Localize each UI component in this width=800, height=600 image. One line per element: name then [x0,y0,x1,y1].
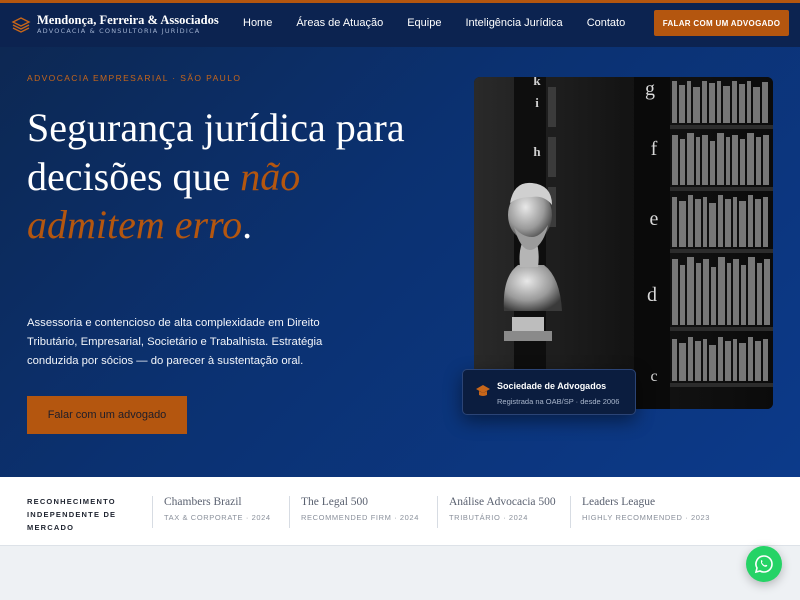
award-name: Chambers Brazil [164,496,242,508]
shelf-letter-f: f [651,138,658,160]
badge-title: Sociedade de Advogados [497,381,607,391]
recognition-band: RECONHECIMENTO INDEPENDENTE DE MERCADO C… [0,477,800,546]
hero-headline: Segurança jurídica para decisões que não… [27,104,447,250]
shelf-letter-g: g [645,78,655,100]
award-meta: TRIBUTÁRIO · 2024 [449,513,528,522]
shelf-letter-e: e [650,208,659,230]
shelf-letter-i: i [535,95,539,110]
shelf-letter-c: c [650,368,657,385]
award-name: Leaders League [582,496,656,508]
firm-registration-badge: Sociedade de Advogados Registrada na OAB… [462,369,636,415]
nav-link-contato[interactable]: Contato [587,17,626,29]
award-meta: HIGHLY RECOMMENDED · 2023 [582,513,711,522]
nav-link-inteligencia[interactable]: Inteligência Jurídica [465,17,562,29]
graduation-cap-icon [476,385,490,396]
nav-link-areas[interactable]: Áreas de Atuação [296,17,383,29]
brand-name: Mendonça, Ferreira & Associados [37,13,219,27]
award-legal500: The Legal 500 RECOMMENDED FIRM · 2024 [289,496,419,528]
badge-subtitle: Registrada na OAB/SP · desde 2006 [497,397,620,406]
hero-description: Assessoria e contencioso de alta complex… [27,317,323,367]
whatsapp-icon [754,555,773,574]
stacked-layers-icon [11,16,31,33]
award-chambers: Chambers Brazil TAX & CORPORATE · 2024 [152,496,271,528]
nav-link-home[interactable]: Home [243,17,272,29]
library-bust-photo: g f e d c k i h [474,77,773,409]
recognition-label: RECONHECIMENTO INDEPENDENTE DE MERCADO [27,497,117,532]
shelf-letter-d: d [647,284,657,306]
headline-period: . [242,202,253,247]
brand-tagline: ADVOCACIA & CONSULTORIA JURÍDICA [37,27,201,35]
top-navigation: Mendonça, Ferreira & Associados ADVOCACI… [0,3,800,47]
award-name: The Legal 500 [301,496,369,508]
nav-links: Home Áreas de Atuação Equipe Inteligênci… [243,17,625,29]
shelf-letter-h: h [533,144,541,159]
award-meta: RECOMMENDED FIRM · 2024 [301,513,419,522]
award-meta: TAX & CORPORATE · 2024 [164,513,271,522]
nav-contact-lawyer-button[interactable]: FALAR COM UM ADVOGADO [654,10,789,36]
hero-contact-lawyer-button[interactable]: Falar com um advogado [27,396,187,434]
nav-link-equipe[interactable]: Equipe [407,17,441,29]
hero-section: Mendonça, Ferreira & Associados ADVOCACI… [0,0,800,477]
headline-main: Segurança jurídica para decisões que [27,105,405,199]
brand-logo[interactable]: Mendonça, Ferreira & Associados ADVOCACI… [11,13,219,36]
award-analise: Análise Advocacia 500 TRIBUTÁRIO · 2024 [437,496,556,528]
award-name: Análise Advocacia 500 [449,496,556,508]
award-leaders-league: Leaders League HIGHLY RECOMMENDED · 2023 [570,496,710,528]
hero-eyebrow: ADVOCACIA EMPRESARIAL · SÃO PAULO [27,73,242,83]
whatsapp-button[interactable] [746,546,782,582]
shelf-letter-k: k [533,77,541,88]
